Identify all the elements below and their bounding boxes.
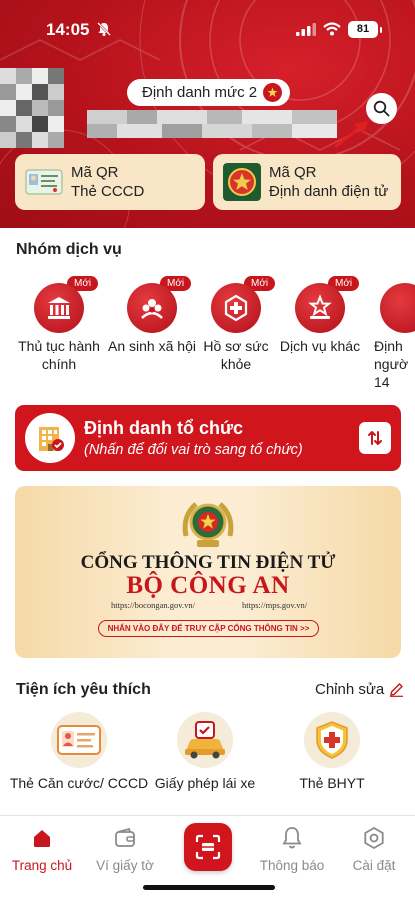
service-label: Thủ tục hành chính bbox=[18, 338, 100, 372]
main-content: Nhóm dịch vụ Mới Thủ tục hành chính Mới … bbox=[0, 228, 415, 815]
organization-building-icon bbox=[25, 413, 75, 463]
health-insurance-icon bbox=[304, 712, 360, 768]
bell-icon bbox=[282, 827, 302, 849]
scan-qr-button[interactable] bbox=[184, 823, 232, 871]
service-other[interactable]: Mới Dịch vụ khác bbox=[274, 272, 366, 355]
avatar-pixelated bbox=[0, 68, 64, 148]
tab-notifications[interactable]: Thông báo bbox=[252, 826, 332, 873]
portal-url-1[interactable]: https://bocongan.gov.vn/ bbox=[111, 600, 195, 610]
cellular-signal-icon bbox=[296, 23, 316, 36]
driving-license-icon bbox=[177, 712, 233, 768]
service-identity-partial[interactable]: Định ngườ 14 bbox=[366, 272, 415, 391]
tab-settings-label: Cài đặt bbox=[352, 858, 396, 873]
social-care-icon bbox=[127, 283, 177, 333]
tab-wallet-label: Ví giấy tờ bbox=[96, 858, 154, 873]
organization-identity-title: Định danh tổ chức bbox=[84, 418, 244, 438]
scan-icon bbox=[195, 834, 221, 860]
government-building-icon bbox=[34, 283, 84, 333]
battery-indicator: 81 bbox=[348, 21, 382, 38]
service-administrative-procedures[interactable]: Mới Thủ tục hành chính bbox=[13, 272, 105, 373]
user-name-pixelated bbox=[87, 110, 337, 138]
favorite-citizen-id[interactable]: Thẻ Căn cước/ CCCD bbox=[9, 712, 149, 792]
home-indicator bbox=[143, 885, 275, 890]
qr-digital-id-line2: Định danh điện tử bbox=[269, 183, 389, 200]
service-label: An sinh xã hội bbox=[108, 338, 196, 354]
tab-notifications-label: Thông báo bbox=[259, 858, 325, 873]
portal-url-2[interactable]: https://mps.gov.vn/ bbox=[242, 600, 307, 610]
qr-cccd-line2: Thẻ CCCD bbox=[71, 183, 145, 200]
star-podium-icon bbox=[295, 283, 345, 333]
portal-title-line1: CỔNG THÔNG TIN ĐIỆN TỬ bbox=[80, 552, 336, 573]
profile-header: 14:05 81 Định danh mức 2 Mã QR Thẻ CCCD … bbox=[0, 0, 415, 228]
switch-role-button[interactable] bbox=[359, 422, 391, 454]
qr-digital-id-line1: Mã QR bbox=[269, 164, 317, 181]
favorites-section-title: Tiện ích yêu thích bbox=[16, 681, 151, 698]
ministry-portal-banner[interactable]: CỔNG THÔNG TIN ĐIỆN TỬ BỘ CÔNG AN https:… bbox=[15, 486, 401, 658]
tab-home-label: Trang chủ bbox=[11, 858, 73, 873]
bell-muted-icon bbox=[97, 22, 111, 36]
identity-icon bbox=[380, 283, 415, 333]
favorite-driving-license[interactable]: Giấy phép lái xe bbox=[135, 712, 275, 792]
qr-digital-id-card[interactable]: Mã QR Định danh điện tử bbox=[213, 154, 401, 210]
id-card-icon bbox=[51, 712, 107, 768]
favorite-label: Giấy phép lái xe bbox=[154, 775, 256, 791]
edit-favorites-label: Chỉnh sửa bbox=[315, 681, 385, 698]
police-emblem-icon bbox=[223, 163, 261, 201]
tab-wallet[interactable]: Ví giấy tờ bbox=[85, 826, 165, 873]
wifi-icon bbox=[323, 22, 341, 36]
services-section-title: Nhóm dịch vụ bbox=[16, 241, 122, 258]
citizen-id-card-icon bbox=[25, 169, 63, 195]
tab-settings[interactable]: Cài đặt bbox=[334, 826, 414, 873]
portal-access-link[interactable]: NHẤN VÀO ĐÂY ĐỂ TRUY CẬP CỔNG THÔNG TIN … bbox=[98, 620, 319, 637]
police-star-icon bbox=[263, 83, 282, 102]
service-health-records[interactable]: Mới Hồ sơ sức khỏe bbox=[190, 272, 282, 373]
police-emblem-icon bbox=[182, 502, 234, 547]
organization-identity-subtitle: (Nhấn để đổi vai trò sang tổ chức) bbox=[84, 442, 303, 458]
annotation-arrow-icon bbox=[334, 121, 368, 148]
identity-level-label: Định danh mức 2 bbox=[142, 84, 258, 101]
gear-icon bbox=[364, 826, 384, 850]
services-carousel[interactable]: Mới Thủ tục hành chính Mới An sinh xã hộ… bbox=[0, 272, 415, 392]
service-label: Định ngườ 14 bbox=[374, 338, 409, 390]
status-bar: 14:05 81 bbox=[0, 0, 415, 50]
search-icon bbox=[373, 100, 390, 117]
portal-title-line2: BỘ CÔNG AN bbox=[126, 572, 290, 599]
service-label: Dịch vụ khác bbox=[279, 338, 361, 354]
favorite-health-insurance[interactable]: Thẻ BHYT bbox=[262, 712, 402, 792]
qr-cccd-line1: Mã QR bbox=[71, 164, 119, 181]
tab-home[interactable]: Trang chủ bbox=[2, 826, 82, 873]
health-record-icon bbox=[211, 283, 261, 333]
favorite-label: Thẻ BHYT bbox=[299, 775, 365, 791]
service-social-security[interactable]: Mới An sinh xã hội bbox=[106, 272, 198, 355]
pencil-icon bbox=[390, 683, 404, 697]
qr-cccd-card[interactable]: Mã QR Thẻ CCCD bbox=[15, 154, 205, 210]
status-time: 14:05 bbox=[46, 20, 90, 39]
wallet-icon bbox=[115, 827, 135, 847]
organization-identity-banner[interactable]: Định danh tổ chức (Nhấn để đổi vai trò s… bbox=[15, 405, 401, 471]
service-label: Hồ sơ sức khỏe bbox=[203, 338, 269, 372]
favorite-label: Thẻ Căn cước/ CCCD bbox=[9, 775, 149, 791]
swap-vertical-icon bbox=[368, 431, 382, 445]
home-icon bbox=[34, 830, 50, 847]
edit-favorites-button[interactable]: Chỉnh sửa bbox=[315, 681, 404, 698]
identity-level-pill[interactable]: Định danh mức 2 bbox=[127, 79, 290, 106]
